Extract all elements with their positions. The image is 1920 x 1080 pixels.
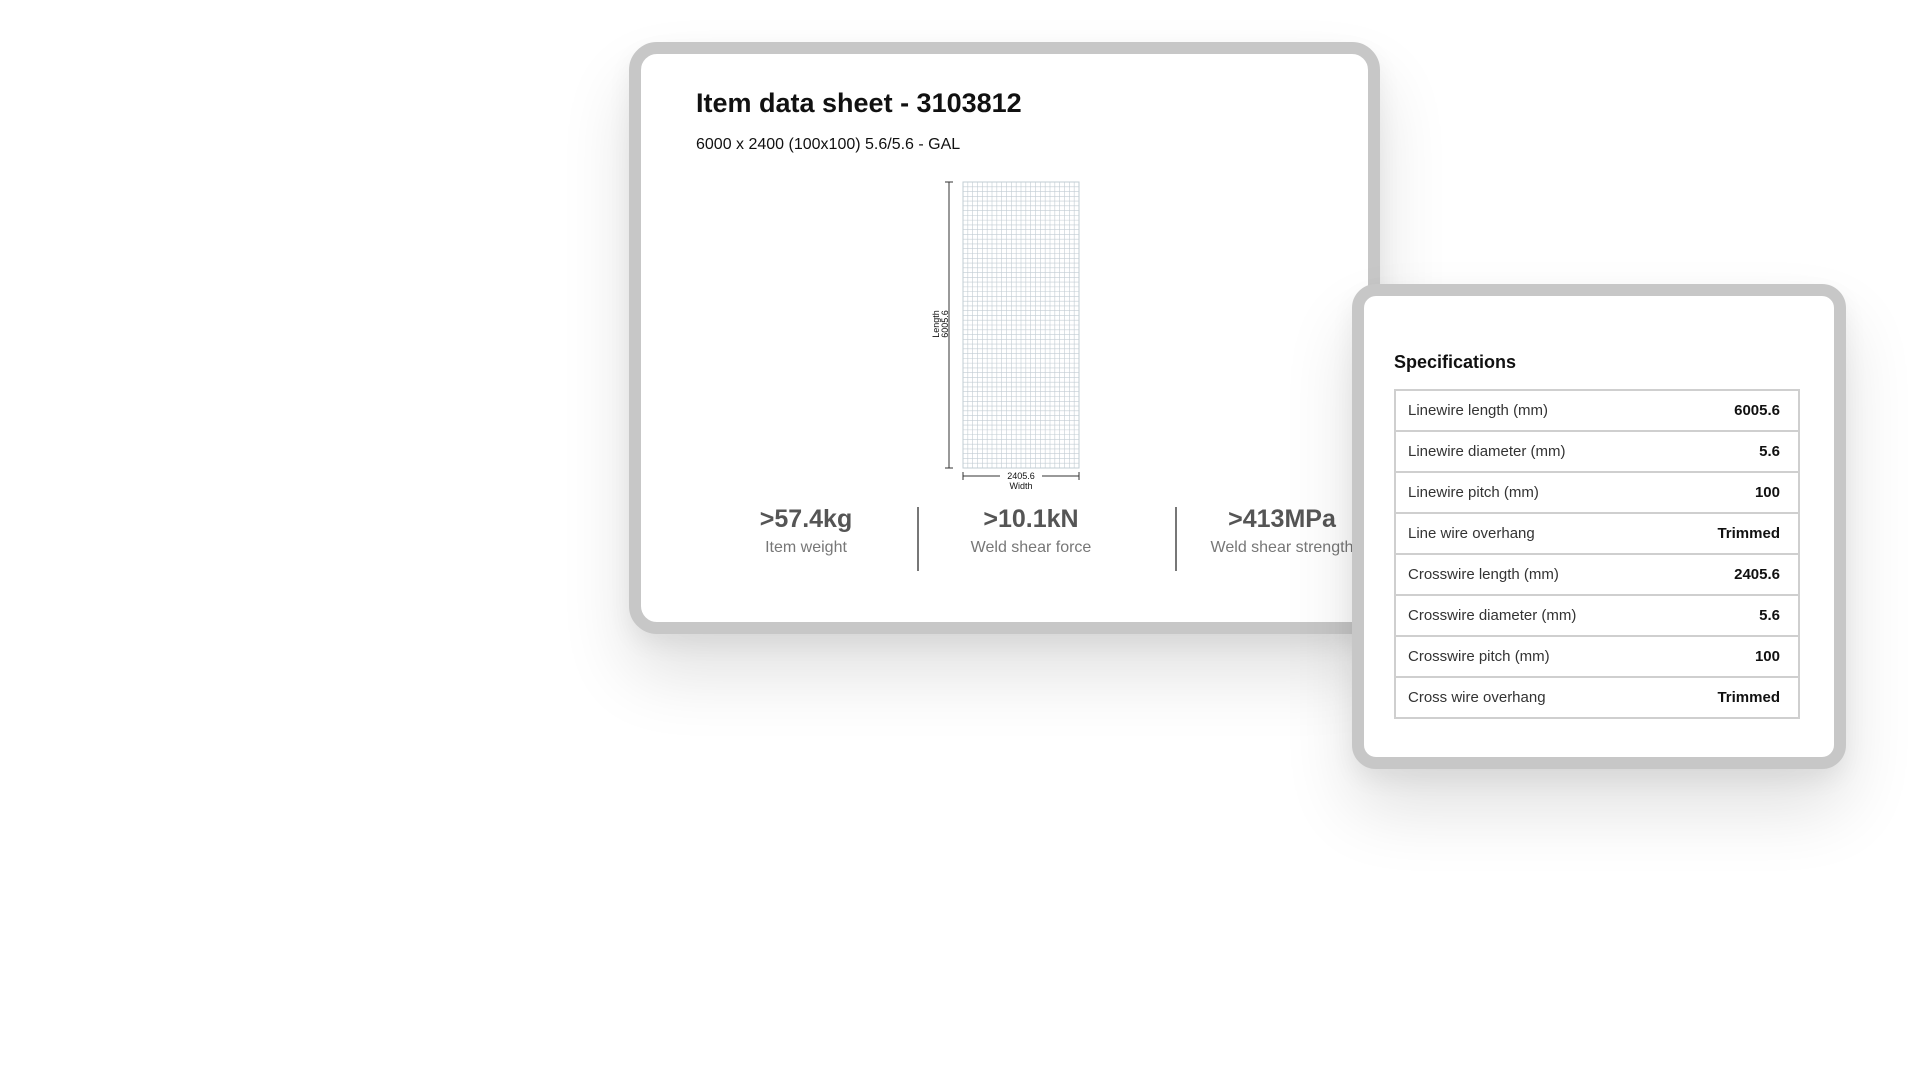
item-data-sheet-card: Item data sheet - 3103812 6000 x 2400 (1… (629, 42, 1380, 634)
spec-label: Linewire pitch (mm) (1393, 471, 1668, 514)
table-row: Linewire pitch (mm) 100 (1393, 471, 1800, 514)
spec-label: Cross wire overhang (1393, 676, 1668, 719)
stat-label: Weld shear strength (1210, 539, 1354, 556)
stat-divider (917, 507, 919, 571)
table-row: Linewire length (mm) 6005.6 (1393, 389, 1800, 432)
spec-label: Crosswire pitch (mm) (1393, 635, 1668, 678)
spec-value: 6005.6 (1667, 389, 1800, 432)
stats-row: >57.4kg Item weight >10.1kN Weld shear f… (681, 504, 1371, 574)
spec-label: Crosswire length (mm) (1393, 553, 1668, 596)
stat-divider (1175, 507, 1177, 571)
spec-value: Trimmed (1667, 676, 1800, 719)
spec-value: 5.6 (1667, 430, 1800, 473)
length-value: 6005.6 (940, 310, 950, 338)
stat-label: Item weight (765, 539, 847, 556)
width-value: 2405.6 (1007, 471, 1035, 481)
table-row: Cross wire overhang Trimmed (1393, 676, 1800, 719)
spec-label: Line wire overhang (1393, 512, 1668, 555)
stat-value: >413MPa (1228, 505, 1336, 533)
stat-weld-shear-strength: >413MPa Weld shear strength (1193, 504, 1371, 559)
stat-item-weight: >57.4kg Item weight (721, 504, 891, 559)
mesh-diagram-svg: Length 6005.6 2405.6 Width (931, 181, 1080, 490)
table-row: Linewire diameter (mm) 5.6 (1393, 430, 1800, 473)
specifications-table: Linewire length (mm) 6005.6 Linewire dia… (1393, 389, 1800, 719)
table-row: Crosswire pitch (mm) 100 (1393, 635, 1800, 678)
stat-value: >10.1kN (983, 505, 1079, 533)
stat-label: Weld shear force (970, 539, 1092, 556)
width-label: Width (1009, 481, 1032, 490)
mesh-diagram: Length 6005.6 2405.6 Width (927, 172, 1097, 490)
stage: Item data sheet - 3103812 6000 x 2400 (1… (0, 0, 1920, 1080)
table-row: Crosswire length (mm) 2405.6 (1393, 553, 1800, 596)
sheet-subtitle: 6000 x 2400 (100x100) 5.6/5.6 - GAL (696, 136, 961, 153)
spec-value: 5.6 (1667, 594, 1800, 637)
sheet-title: Item data sheet - 3103812 (696, 88, 1022, 118)
spec-value: 100 (1667, 471, 1800, 514)
stat-value: >57.4kg (759, 505, 853, 533)
specifications-title: Specifications (1394, 352, 1517, 372)
table-row: Crosswire diameter (mm) 5.6 (1393, 594, 1800, 637)
spec-label: Linewire diameter (mm) (1393, 430, 1668, 473)
specifications-card: Specifications Linewire length (mm) 6005… (1352, 284, 1846, 769)
spec-label: Crosswire diameter (mm) (1393, 594, 1668, 637)
mesh-grid (963, 182, 1079, 468)
spec-label: Linewire length (mm) (1393, 389, 1668, 432)
spec-value: Trimmed (1667, 512, 1800, 555)
spec-value: 100 (1667, 635, 1800, 678)
spec-value: 2405.6 (1667, 553, 1800, 596)
table-row: Line wire overhang Trimmed (1393, 512, 1800, 555)
stat-weld-shear-force: >10.1kN Weld shear force (926, 504, 1136, 559)
